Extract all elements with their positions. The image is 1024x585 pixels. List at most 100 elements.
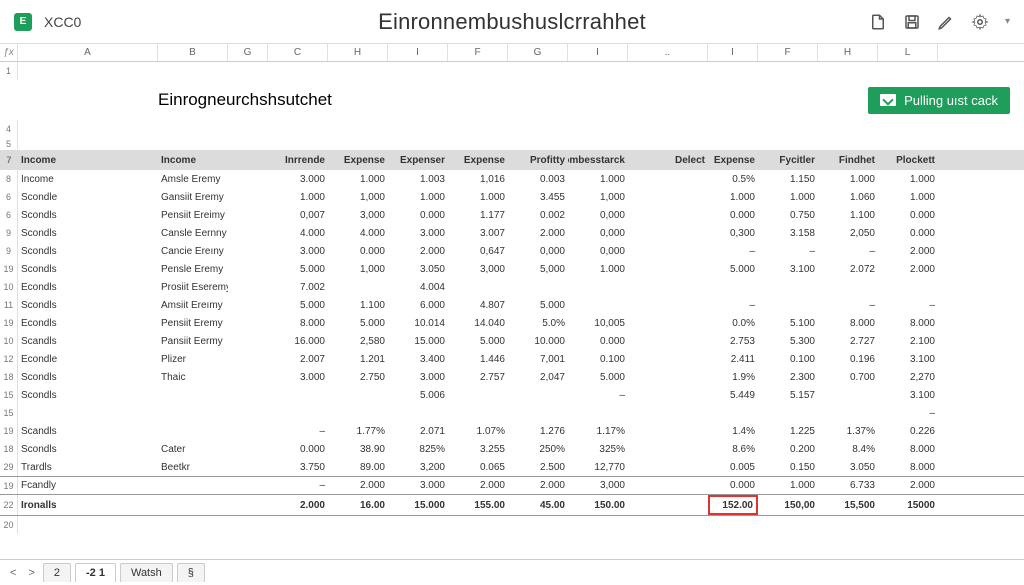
cell[interactable]: Gansiit Eremy (158, 188, 228, 206)
cell[interactable]: 0,000 (568, 224, 628, 242)
cell[interactable]: 3.400 (388, 350, 448, 368)
cell[interactable] (628, 314, 708, 332)
cell[interactable] (758, 296, 818, 314)
row-num[interactable]: 6 (0, 206, 18, 224)
cell[interactable]: 1.060 (818, 188, 878, 206)
cell[interactable] (628, 260, 708, 278)
cell[interactable]: 1.225 (758, 422, 818, 440)
cell[interactable]: 1.000 (708, 188, 758, 206)
col-C[interactable]: C (268, 44, 328, 61)
cell[interactable] (228, 422, 268, 440)
cell[interactable]: 3.100 (878, 350, 938, 368)
cell[interactable]: Cater (158, 440, 228, 458)
cell[interactable]: 0,000 (508, 242, 568, 260)
row-num[interactable]: 4 (0, 120, 18, 138)
row-num[interactable]: 9 (0, 224, 18, 242)
cell[interactable]: 0.200 (758, 440, 818, 458)
cell[interactable]: 1.000 (878, 170, 938, 188)
cell[interactable]: 1.4% (708, 422, 758, 440)
cell[interactable]: 2.753 (708, 332, 758, 350)
cell[interactable]: 1.000 (568, 170, 628, 188)
cell[interactable] (628, 404, 708, 422)
cell[interactable]: 5.000 (708, 260, 758, 278)
row-num[interactable]: 11 (0, 296, 18, 314)
cell[interactable]: 3.750 (268, 458, 328, 476)
cell[interactable] (228, 224, 268, 242)
cell[interactable]: 0,000 (568, 206, 628, 224)
cell[interactable]: 0.0% (708, 314, 758, 332)
cell[interactable]: 8.4% (818, 440, 878, 458)
cell[interactable]: 2.000 (328, 477, 388, 494)
cell[interactable]: – (878, 296, 938, 314)
col-F2[interactable]: F (758, 44, 818, 61)
file-name[interactable]: XCC0 (44, 14, 81, 30)
cell[interactable]: 0,647 (448, 242, 508, 260)
cell[interactable]: Prosiit Eseremy (158, 278, 228, 296)
row-num[interactable]: 12 (0, 350, 18, 368)
cell[interactable]: 325% (568, 440, 628, 458)
cell[interactable]: Scondls (18, 206, 158, 224)
cell[interactable] (228, 440, 268, 458)
tab-1[interactable]: 2 (43, 563, 71, 582)
cell[interactable]: Econdls (18, 314, 158, 332)
cell[interactable] (628, 458, 708, 476)
cell[interactable]: Pensiit Ereimy (158, 206, 228, 224)
cell[interactable] (818, 278, 878, 296)
col-H1[interactable]: H (328, 44, 388, 61)
row-num[interactable]: 20 (0, 516, 18, 534)
cell[interactable] (448, 278, 508, 296)
tab-3[interactable]: Watsh (120, 563, 173, 582)
col-A[interactable]: A (18, 44, 158, 61)
cell[interactable] (228, 206, 268, 224)
cell[interactable]: 0.000 (568, 332, 628, 350)
cell[interactable]: – (268, 477, 328, 494)
cell[interactable]: 1.07% (448, 422, 508, 440)
col-F1[interactable]: F (448, 44, 508, 61)
cell[interactable]: 3.100 (758, 260, 818, 278)
cell[interactable]: 1,000 (328, 188, 388, 206)
cell[interactable]: Pensiit Eremy (158, 314, 228, 332)
cell[interactable]: 14.040 (448, 314, 508, 332)
cell[interactable]: Beetkr (158, 458, 228, 476)
row-num[interactable]: 18 (0, 368, 18, 386)
cell[interactable]: Cancie Ereıny (158, 242, 228, 260)
cell[interactable]: Fcandly (18, 477, 158, 494)
cell[interactable]: 1.9% (708, 368, 758, 386)
cell[interactable]: 0.750 (758, 206, 818, 224)
cell[interactable]: 0.002 (508, 206, 568, 224)
cell[interactable]: 2.411 (708, 350, 758, 368)
cell[interactable] (228, 296, 268, 314)
cell[interactable] (228, 314, 268, 332)
cell[interactable]: 8.6% (708, 440, 758, 458)
cell[interactable]: 8.000 (878, 314, 938, 332)
row-num[interactable]: 19 (0, 477, 18, 494)
cell[interactable] (448, 386, 508, 404)
col-G1[interactable]: G (228, 44, 268, 61)
cell[interactable]: 4.000 (268, 224, 328, 242)
cell[interactable] (228, 332, 268, 350)
cell[interactable] (228, 350, 268, 368)
cell[interactable]: 1.446 (448, 350, 508, 368)
cell[interactable]: Scondls (18, 440, 158, 458)
cell[interactable]: 2.757 (448, 368, 508, 386)
save-icon[interactable] (903, 13, 921, 31)
cell[interactable]: 1.201 (328, 350, 388, 368)
cell[interactable]: 1.000 (268, 188, 328, 206)
new-file-icon[interactable] (869, 13, 887, 31)
cell[interactable]: 6.000 (388, 296, 448, 314)
cell[interactable] (628, 440, 708, 458)
row-num[interactable]: 6 (0, 188, 18, 206)
cell[interactable]: 5.000 (268, 260, 328, 278)
tab-2-active[interactable]: -2 1 (75, 563, 116, 582)
cell[interactable] (228, 477, 268, 494)
cell[interactable]: 2,047 (508, 368, 568, 386)
cell[interactable]: 15.000 (388, 332, 448, 350)
cell[interactable]: Plizer (158, 350, 228, 368)
cell[interactable] (328, 386, 388, 404)
cell[interactable]: 0.000 (388, 206, 448, 224)
cell[interactable]: 250% (508, 440, 568, 458)
cell[interactable]: Pansiit Eermy (158, 332, 228, 350)
cell[interactable]: 0.700 (818, 368, 878, 386)
row-num[interactable]: 29 (0, 458, 18, 476)
cell[interactable]: 5,000 (508, 260, 568, 278)
